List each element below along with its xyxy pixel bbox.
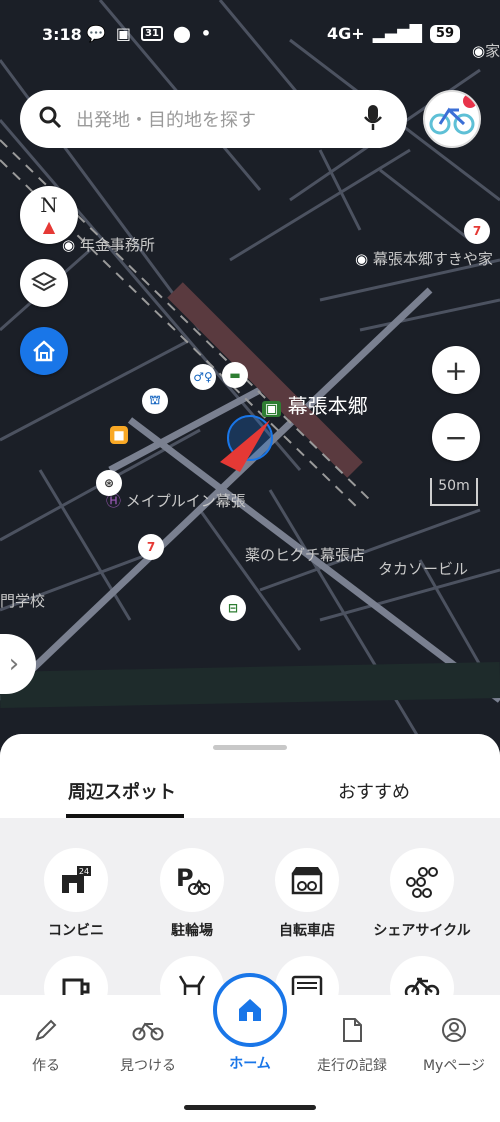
sheet-drag-handle[interactable] — [213, 745, 287, 750]
document-icon — [343, 1018, 362, 1042]
bottom-nav: 作る 見つける ホーム 走行の記録 Myページ — [0, 973, 500, 1122]
signal-icon: ▂▄▆█ — [372, 24, 422, 43]
nav-label: 作る — [32, 1058, 60, 1074]
category-share-cycle[interactable]: シェアサイクル — [362, 848, 482, 940]
tab-nearby-spots[interactable]: 周辺スポット — [68, 778, 176, 804]
bicycle-parking-icon: P — [176, 864, 210, 895]
shop-100-poi-icon[interactable]: ⊟ — [220, 595, 246, 621]
active-tab-indicator — [66, 814, 184, 818]
nav-my-page[interactable]: Myページ — [404, 1015, 500, 1075]
location-pin-icon: ⬤ — [172, 24, 191, 43]
status-right: 4G+ ▂▄▆█ 59 — [327, 24, 460, 43]
nav-label: Myページ — [422, 1058, 486, 1074]
search-bar[interactable]: 出発地・目的地を探す — [20, 90, 407, 148]
nav-label: 見つける — [120, 1058, 176, 1074]
svg-text:P: P — [176, 864, 194, 892]
map-label-takaso: タカソービル — [378, 560, 469, 578]
category-bicycle-parking[interactable]: P 駐輪場 — [132, 848, 252, 940]
compass-icon: N ▲ — [40, 193, 58, 236]
convenience-store-icon: 24 — [62, 866, 91, 893]
nav-home-label[interactable]: ホーム — [200, 1053, 300, 1073]
minus-icon: − — [444, 420, 468, 454]
more-dot-icon: • — [200, 24, 212, 43]
category-bicycle-shop[interactable]: 自転車店 — [247, 848, 367, 940]
map-label-sukiya: ◉ 幕張本郷すきや家 — [355, 250, 493, 268]
shop-poi-icon[interactable]: ■ — [110, 426, 128, 444]
toilet-poi-icon[interactable]: ♂♀ — [190, 364, 216, 390]
home-icon — [33, 340, 55, 362]
nav-label: 走行の記録 — [317, 1058, 387, 1074]
pencil-icon — [35, 1019, 57, 1041]
home-location-button[interactable] — [20, 327, 68, 375]
category-label: 自転車店 — [279, 923, 335, 939]
chat-icon: 💬 — [86, 24, 106, 43]
map-label-pension-office: ◉ 年金事務所 — [62, 236, 155, 254]
category-label: シェアサイクル — [373, 923, 471, 939]
layers-icon — [31, 271, 57, 292]
calendar-icon: 31 — [141, 26, 163, 41]
convenience-store-poi-icon-2[interactable]: 7 — [138, 534, 164, 560]
police-poi-icon[interactable]: ⛫ — [142, 388, 168, 414]
zoom-out-button[interactable]: − — [432, 413, 480, 461]
category-label: 駐輪場 — [171, 923, 213, 939]
search-placeholder[interactable]: 出発地・目的地を探す — [76, 106, 351, 132]
station-label: ▣ 幕張本郷 — [262, 390, 368, 419]
nav-find[interactable]: 見つける — [98, 1015, 198, 1075]
zoom-in-button[interactable]: + — [432, 346, 480, 394]
book-icon: ▣ — [115, 24, 132, 43]
status-notification-icons: 💬 ▣ 31 ⬤ • — [86, 24, 211, 43]
layers-button[interactable] — [20, 259, 68, 307]
svg-text:24: 24 — [79, 867, 89, 876]
person-icon — [442, 1018, 466, 1042]
sheet-header: 周辺スポット おすすめ — [0, 734, 500, 818]
home-icon — [239, 999, 261, 1021]
home-indicator — [184, 1105, 316, 1110]
status-time: 3:18 — [42, 25, 82, 44]
avatar[interactable] — [423, 90, 481, 148]
nav-home-button[interactable] — [213, 973, 287, 1047]
category-label: コンビニ — [48, 923, 104, 939]
plus-icon: + — [444, 353, 468, 387]
taxi-poi-icon[interactable]: ⊛ — [96, 470, 122, 496]
search-icon — [38, 105, 62, 133]
chevron-right-icon: › — [8, 649, 20, 679]
network-label: 4G+ — [327, 24, 365, 43]
store-poi-icon[interactable]: ▬ — [222, 362, 248, 388]
convenience-store-poi-icon[interactable]: 7 — [464, 218, 490, 244]
share-cycle-icon — [406, 867, 438, 898]
category-convenience-store[interactable]: 24 コンビニ — [16, 848, 136, 940]
map-scale: 50m — [430, 478, 478, 506]
map-label-school: 門学校 — [0, 592, 46, 610]
notification-dot — [463, 94, 477, 108]
bicycle-shop-icon — [291, 867, 323, 895]
tab-recommended[interactable]: おすすめ — [338, 778, 410, 804]
map-label-maple-inn: Ⓗ メイプルイン幕張 — [106, 492, 246, 510]
map-label-higuchi: 薬のヒグチ幕張店 — [245, 546, 366, 564]
nav-create[interactable]: 作る — [0, 1015, 96, 1075]
mic-icon[interactable] — [351, 103, 395, 135]
battery-icon: 59 — [429, 24, 460, 43]
compass-button[interactable]: N ▲ — [20, 186, 78, 244]
status-bar: 3:18 💬 ▣ 31 ⬤ • 4G+ ▂▄▆█ 59 — [0, 0, 500, 70]
nav-ride-log[interactable]: 走行の記録 — [302, 1015, 402, 1075]
bicycle-icon — [132, 1022, 164, 1041]
